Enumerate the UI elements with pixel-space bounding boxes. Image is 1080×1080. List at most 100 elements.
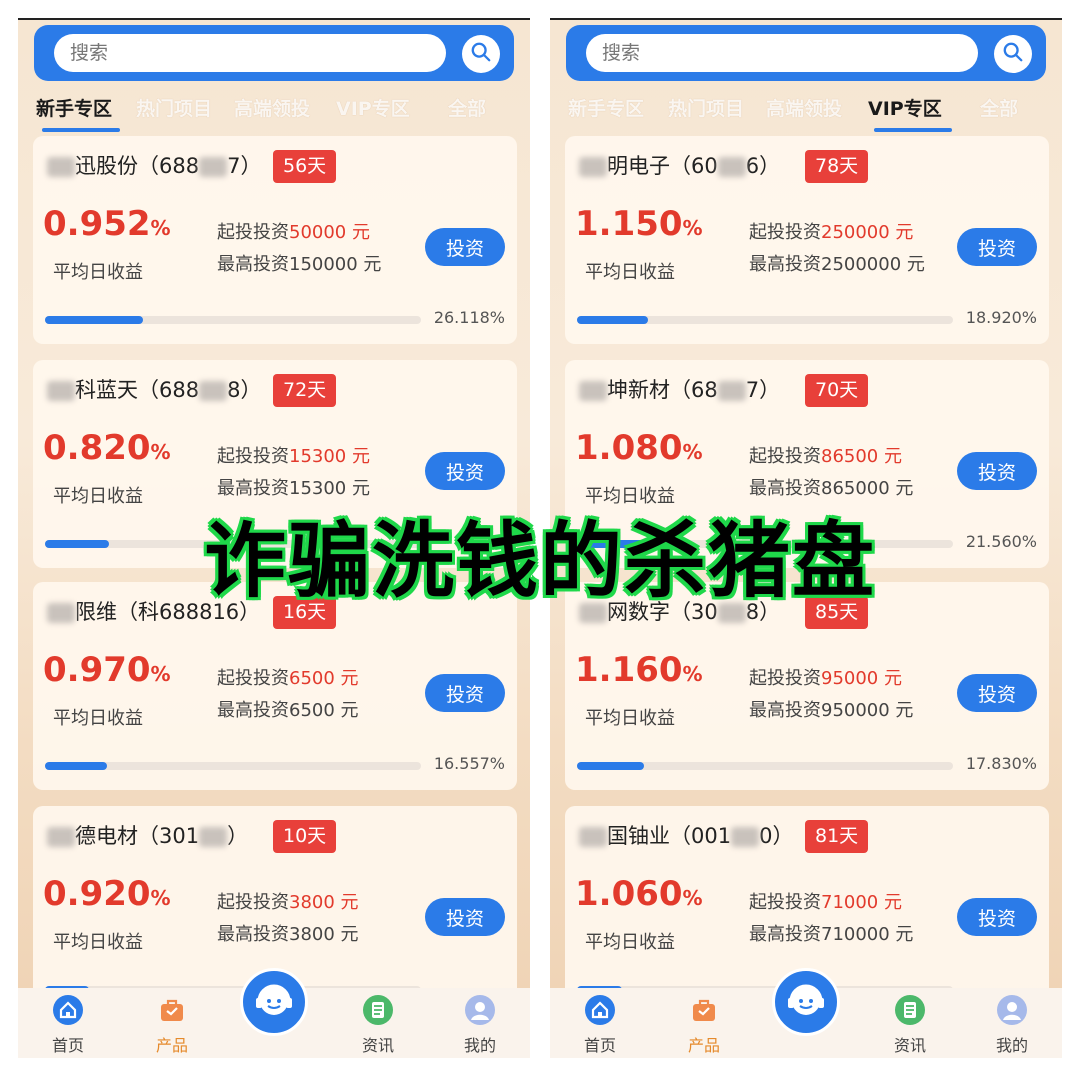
nav-label: 产品 [687,1036,720,1055]
min-investment: 起投投资3800 元 [217,892,359,913]
daily-return-label: 平均日收益 [585,932,675,953]
nav-news[interactable]: 资讯 [878,994,942,1056]
min-investment: 起投投资86500 元 [749,446,902,467]
nav-home[interactable]: 首页 [568,994,632,1056]
invest-button[interactable]: 投资 [957,674,1037,712]
duration-badge: 81天 [805,820,869,853]
progress-percent: 26.118% [433,308,505,327]
tab-4[interactable]: 全部 [448,94,486,121]
news-icon [362,994,394,1026]
progress-percent: 18.920% [965,308,1037,327]
invest-button[interactable]: 投资 [425,898,505,936]
shopping-bag-icon [156,994,188,1026]
product-name: 迅股份（688 7） [47,150,261,180]
nav-mine[interactable]: 我的 [448,994,512,1056]
home-icon [52,994,84,1026]
tab-1[interactable]: 热门项目 [668,94,744,121]
progress-fill [45,316,143,324]
max-investment: 最高投资3800 元 [217,924,359,945]
nav-products[interactable]: 产品 [140,994,204,1056]
headset-icon [783,977,829,1027]
search-bar [34,25,514,81]
nav-label: 资讯 [361,1036,394,1055]
progress-percent: 17.830% [965,754,1037,773]
customer-service-button[interactable] [240,968,308,1036]
progress-bar [577,316,953,324]
shopping-bag-icon [688,994,720,1026]
search-button[interactable] [994,35,1032,73]
tab-3[interactable]: VIP专区 [868,94,942,121]
product-name: 坤新材（68 7） [579,374,780,404]
percent-sign: % [150,886,171,910]
nav-label: 我的 [463,1036,496,1055]
category-tabs: 新手专区 热门项目 高端领投 VIP专区 全部 [550,88,1062,134]
product-card[interactable]: 迅股份（688 7） 56天 0.952% 平均日收益 起投投资50000 元最高投资15… [33,136,517,344]
nav-mine[interactable]: 我的 [980,994,1044,1056]
nav-label: 资讯 [893,1036,926,1055]
tab-0[interactable]: 新手专区 [36,94,112,121]
redacted-text [199,827,228,847]
daily-return-label: 平均日收益 [53,932,143,953]
invest-button[interactable]: 投资 [957,898,1037,936]
redacted-text [579,827,607,847]
duration-badge: 10天 [273,820,337,853]
percent-sign: % [682,662,703,686]
min-investment-amount: 86500 元 [821,446,902,467]
customer-service-button[interactable] [772,968,840,1036]
home-icon [584,994,616,1026]
daily-return-label: 平均日收益 [53,708,143,729]
overlay-warning-title: 诈骗洗钱的杀猪盘 [203,514,876,609]
nav-label: 首页 [583,1036,616,1055]
search-button[interactable] [462,35,500,73]
nav-label: 产品 [155,1036,188,1055]
search-bar [566,25,1046,81]
tab-2[interactable]: 高端领投 [766,94,842,121]
search-icon [470,41,492,67]
daily-return-rate: 1.060% [575,874,703,914]
percent-sign: % [150,216,171,240]
duration-badge: 70天 [805,374,869,407]
min-investment: 起投投资71000 元 [749,892,902,913]
invest-button[interactable]: 投资 [957,228,1037,266]
product-name: 德电材（301） [47,820,248,850]
progress-fill [577,762,644,770]
product-name: 科蓝天（688 8） [47,374,261,404]
invest-button[interactable]: 投资 [425,228,505,266]
tab-0[interactable]: 新手专区 [568,94,644,121]
nav-products[interactable]: 产品 [672,994,736,1056]
invest-button[interactable]: 投资 [425,674,505,712]
daily-return-rate: 0.920% [43,874,171,914]
min-investment-amount: 15300 元 [289,446,370,467]
product-card[interactable]: 网数字（30 8） 85天 1.160% 平均日收益 起投投资95000 元最高投资950… [565,582,1049,790]
active-tab-indicator [874,128,952,132]
min-investment-amount: 6500 元 [289,668,359,689]
tab-3[interactable]: VIP专区 [336,94,410,121]
invest-button[interactable]: 投资 [425,452,505,490]
search-input[interactable] [54,34,446,72]
tab-4[interactable]: 全部 [980,94,1018,121]
invest-button[interactable]: 投资 [957,452,1037,490]
max-investment: 最高投资2500000 元 [749,254,925,275]
duration-badge: 56天 [273,150,337,183]
daily-return-rate: 0.952% [43,204,171,244]
product-card[interactable]: 限维（科688816） 16天 0.970% 平均日收益 起投投资6500 元最高投资6… [33,582,517,790]
category-tabs: 新手专区 热门项目 高端领投 VIP专区 全部 [18,88,530,134]
redacted-text [47,157,75,177]
redacted-text [47,827,75,847]
daily-return-label: 平均日收益 [585,262,675,283]
redacted-text [579,381,607,401]
product-card[interactable]: 明电子（60 6） 78天 1.150% 平均日收益 起投投资250000 元最高投资25… [565,136,1049,344]
product-name: 国铀业（001 0） [579,820,793,850]
max-investment: 最高投资6500 元 [217,700,359,721]
progress-fill [577,316,649,324]
tab-2[interactable]: 高端领投 [234,94,310,121]
redacted-text [199,157,228,177]
tab-1[interactable]: 热门项目 [136,94,212,121]
nav-news[interactable]: 资讯 [346,994,410,1056]
min-investment-amount: 50000 元 [289,222,370,243]
nav-home[interactable]: 首页 [36,994,100,1056]
min-investment-amount: 71000 元 [821,892,902,913]
search-input[interactable] [586,34,978,72]
max-investment: 最高投资710000 元 [749,924,914,945]
min-investment: 起投投资250000 元 [749,222,914,243]
